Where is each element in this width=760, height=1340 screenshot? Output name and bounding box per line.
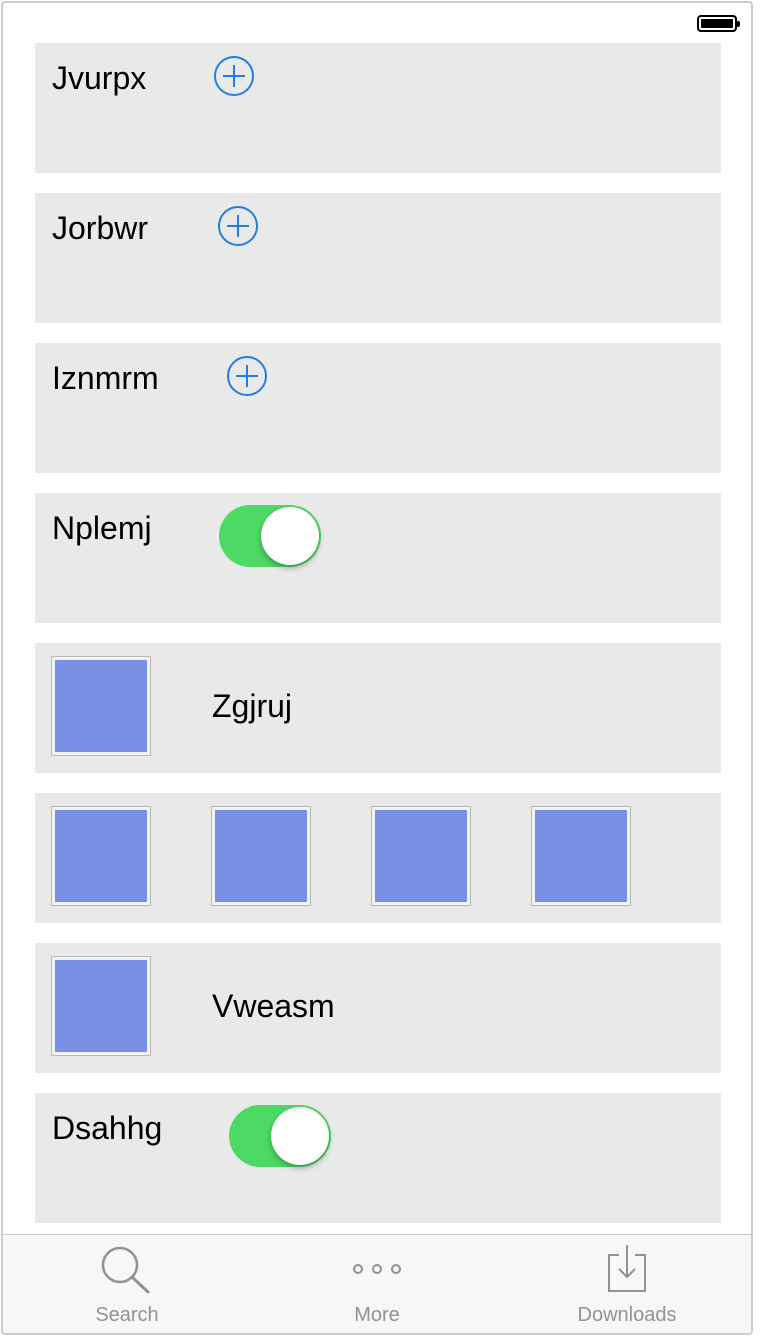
row-label: Zgjruj xyxy=(212,688,293,724)
tab-downloads[interactable]: Downloads xyxy=(527,1235,727,1333)
row-label: Vweasm xyxy=(212,988,335,1024)
battery-icon xyxy=(697,15,740,32)
image-thumbnail[interactable] xyxy=(531,806,631,906)
downloads-icon xyxy=(605,1243,649,1298)
tab-label: Downloads xyxy=(577,1304,677,1326)
toggle-knob xyxy=(261,507,319,565)
tab-search[interactable]: Search xyxy=(27,1235,227,1333)
list-row-dsahhg: Dsahhg xyxy=(35,1093,721,1223)
list-row-vweasm: Vweasm xyxy=(35,943,721,1073)
row-label: Iznmrm xyxy=(52,360,159,396)
more-icon xyxy=(350,1257,404,1286)
add-button[interactable] xyxy=(227,356,267,396)
toggle-switch[interactable] xyxy=(219,505,321,567)
row-label: Nplemj xyxy=(52,510,152,546)
thumbnail-strip-row xyxy=(35,793,721,923)
row-label: Jvurpx xyxy=(52,60,147,96)
image-thumbnail[interactable] xyxy=(51,806,151,906)
toggle-knob xyxy=(271,1107,329,1165)
row-label: Dsahhg xyxy=(52,1110,163,1146)
list-row-nplemj: Nplemj xyxy=(35,493,721,623)
image-thumbnail[interactable] xyxy=(51,956,151,1056)
image-thumbnail[interactable] xyxy=(211,806,311,906)
phone-screen: Jvurpx Jorbwr Iznmrm Nplemj Zgjruj Vweas… xyxy=(1,1,753,1335)
image-thumbnail[interactable] xyxy=(371,806,471,906)
tab-bar: Search More Downloads xyxy=(3,1234,751,1333)
add-button[interactable] xyxy=(214,56,254,96)
image-thumbnail[interactable] xyxy=(51,656,151,756)
tab-label: More xyxy=(354,1304,400,1326)
search-icon xyxy=(100,1245,154,1300)
add-button[interactable] xyxy=(218,206,258,246)
list-row-zgjruj: Zgjruj xyxy=(35,643,721,773)
list-row-iznmrm: Iznmrm xyxy=(35,343,721,473)
list-row-jvurpx: Jvurpx xyxy=(35,43,721,173)
tab-label: Search xyxy=(95,1304,159,1326)
toggle-switch[interactable] xyxy=(229,1105,331,1167)
row-label: Jorbwr xyxy=(52,210,149,246)
list-row-jorbwr: Jorbwr xyxy=(35,193,721,323)
tab-more[interactable]: More xyxy=(277,1235,477,1333)
